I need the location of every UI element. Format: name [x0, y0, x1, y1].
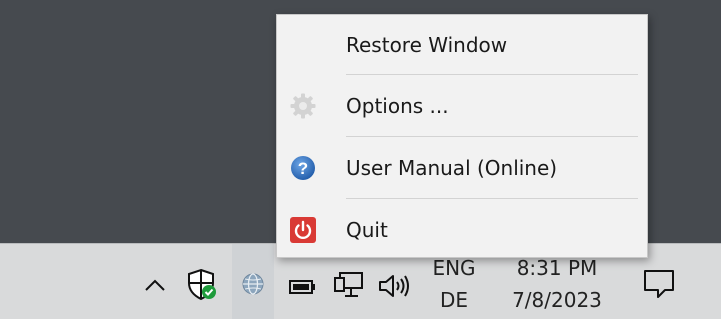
- volume-icon[interactable]: [377, 272, 411, 300]
- network-icon[interactable]: [333, 271, 367, 301]
- notification-icon[interactable]: [642, 268, 676, 300]
- language-code: ENG: [432, 256, 476, 280]
- battery-icon[interactable]: [289, 279, 317, 295]
- language-indicator[interactable]: ENG DE: [424, 252, 484, 316]
- menu-item-quit[interactable]: Quit: [277, 202, 647, 258]
- menu-item-label: User Manual (Online): [346, 156, 558, 180]
- gear-icon: [290, 93, 316, 119]
- menu-separator: [346, 74, 638, 75]
- clock[interactable]: 8:31 PM 7/8/2023: [498, 252, 616, 316]
- menu-separator: [346, 136, 638, 137]
- clock-date: 7/8/2023: [512, 288, 602, 312]
- help-icon: ?: [291, 156, 315, 180]
- menu-item-label: Restore Window: [346, 33, 508, 57]
- keyboard-layout-code: DE: [439, 288, 469, 312]
- security-shield-icon[interactable]: [187, 268, 219, 302]
- menu-item-label: Options ...: [346, 94, 449, 118]
- menu-item-restore-window[interactable]: Restore Window: [277, 17, 647, 73]
- menu-item-user-manual[interactable]: ? User Manual (Online): [277, 140, 647, 196]
- svg-text:?: ?: [298, 159, 308, 178]
- tray-app-button[interactable]: [232, 244, 274, 319]
- power-icon: [290, 217, 316, 243]
- menu-separator: [346, 198, 638, 199]
- menu-item-options[interactable]: Options ...: [277, 78, 647, 134]
- tray-context-menu: Restore Window Options ... ? User Manual…: [276, 14, 648, 258]
- clock-time: 8:31 PM: [516, 256, 598, 280]
- chevron-up-icon[interactable]: [143, 277, 167, 293]
- globe-app-icon: [242, 273, 264, 295]
- menu-item-label: Quit: [346, 218, 388, 242]
